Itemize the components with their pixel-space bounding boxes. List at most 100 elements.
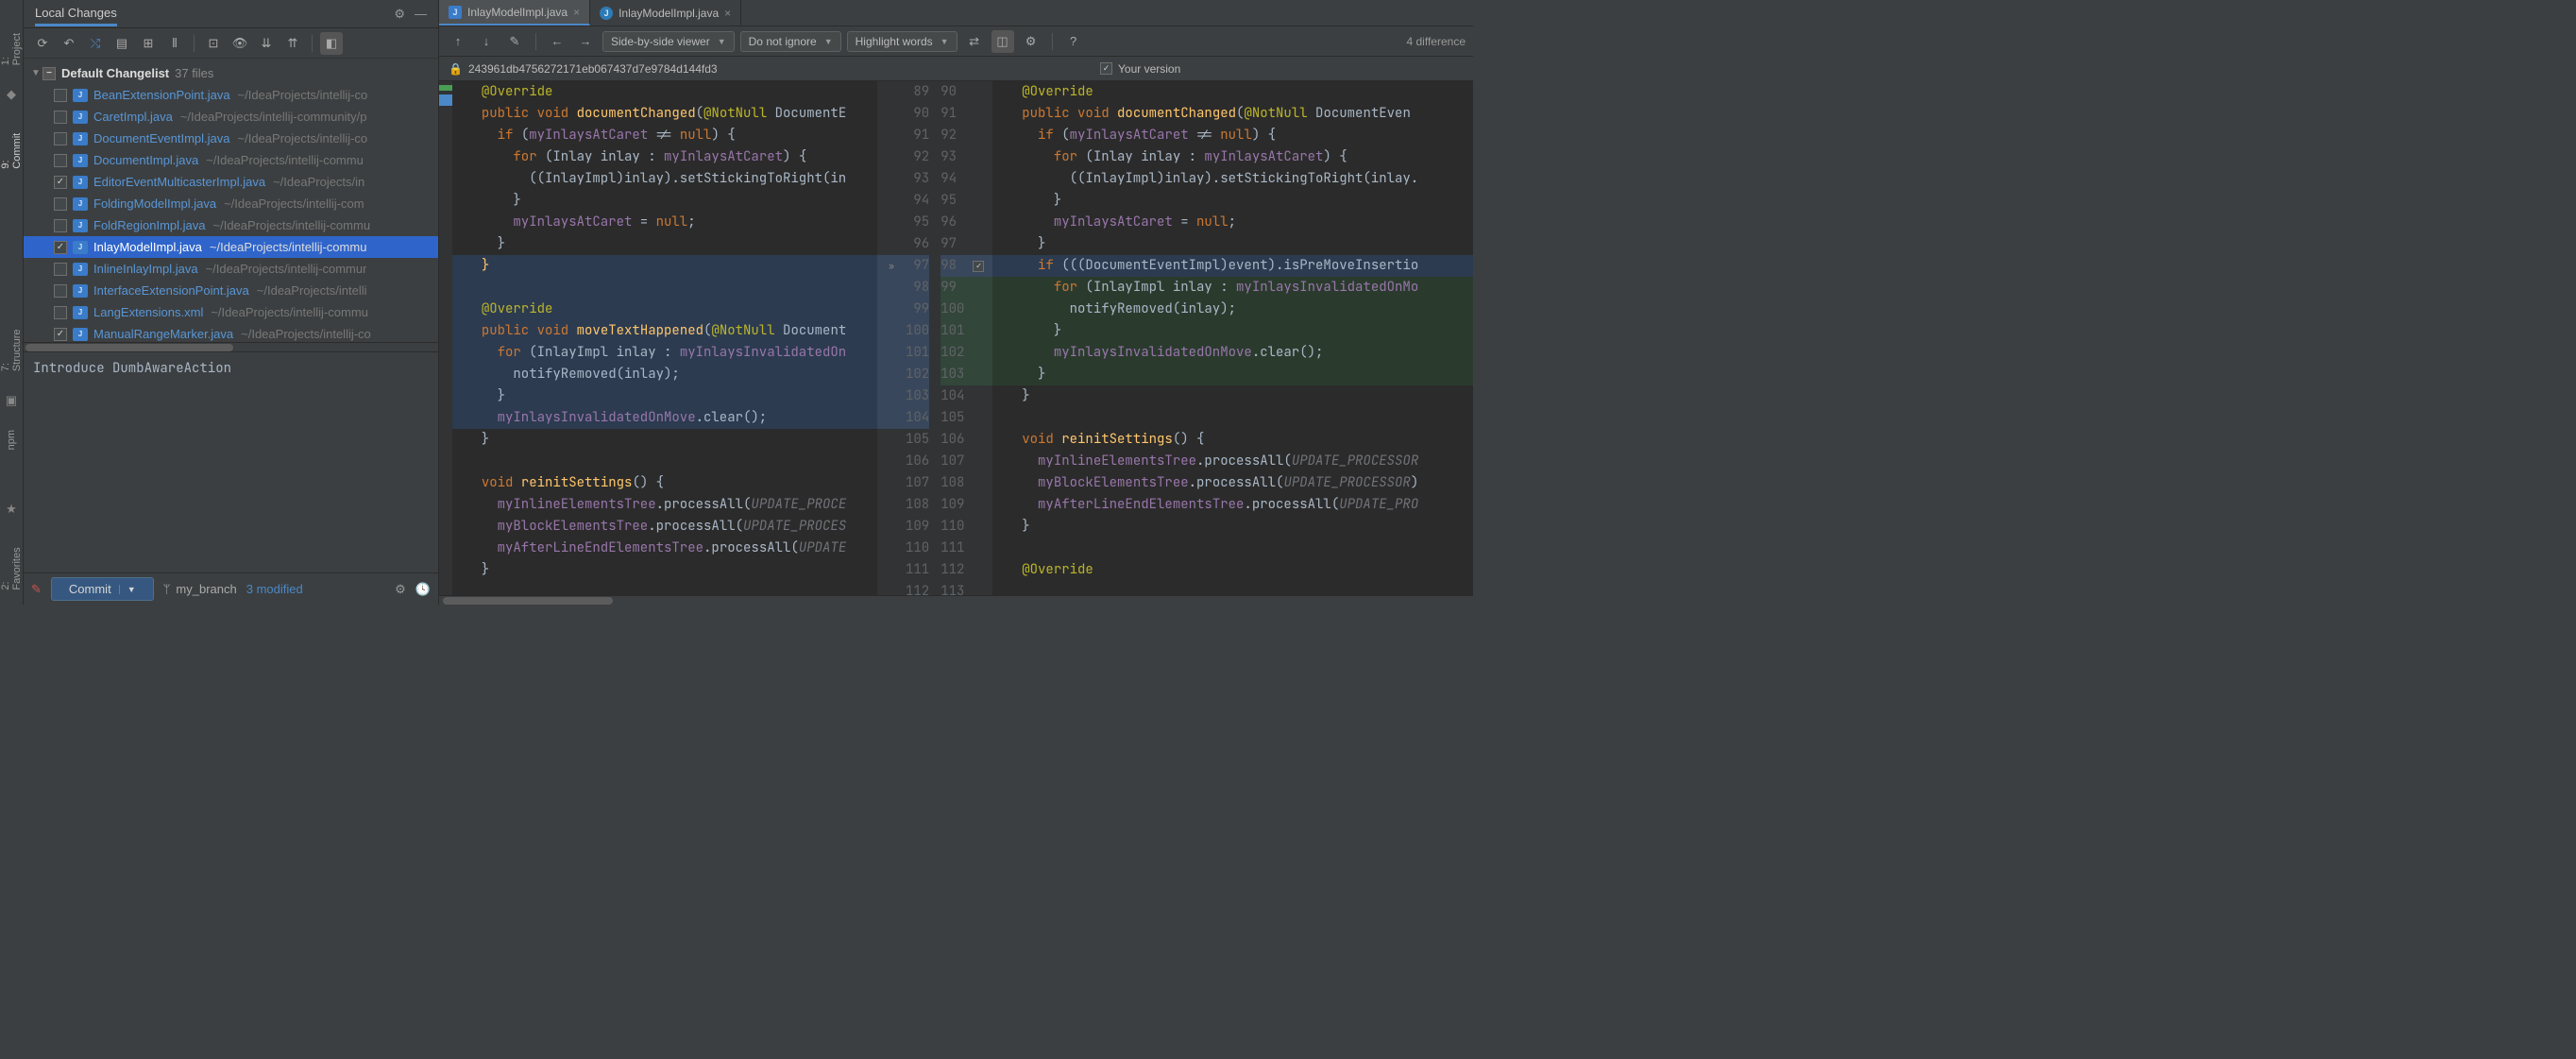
commit-dropdown-icon[interactable]: ▼ xyxy=(119,585,136,594)
file-name: InterfaceExtensionPoint.java xyxy=(93,283,249,298)
marker-strip[interactable] xyxy=(439,81,452,595)
commit-icon: ◆ xyxy=(7,87,16,102)
java-file-icon: J xyxy=(449,6,462,19)
branch-label[interactable]: ᛘ my_branch xyxy=(163,582,237,596)
java-file-icon: J xyxy=(73,219,88,232)
nav-back-icon[interactable]: ← xyxy=(546,30,568,53)
collapse-all-icon[interactable]: ⇈ xyxy=(281,32,304,55)
diff-icon[interactable]: ⤭ xyxy=(84,32,107,55)
file-row[interactable]: JFoldingModelImpl.java~/IdeaProjects/int… xyxy=(24,193,438,214)
tab-inlaymodel-1[interactable]: J InlayModelImpl.java × xyxy=(439,0,590,26)
tool-favorites[interactable]: 2: Favorites xyxy=(0,538,23,590)
file-path: ~/IdeaProjects/intellij-com xyxy=(224,196,364,211)
tool-project[interactable]: 1: Project xyxy=(0,24,23,65)
edit-icon[interactable]: ✎ xyxy=(503,30,526,53)
file-checkbox[interactable] xyxy=(54,197,67,211)
file-checkbox[interactable] xyxy=(54,263,67,276)
file-checkbox[interactable] xyxy=(54,132,67,145)
file-checkbox[interactable] xyxy=(54,111,67,124)
file-checkbox[interactable] xyxy=(54,306,67,319)
changelist-checkbox[interactable]: − xyxy=(42,67,56,80)
commit-message-input[interactable]: Introduce DumbAwareAction xyxy=(24,351,438,572)
file-name: CaretImpl.java xyxy=(93,110,173,124)
close-icon[interactable]: × xyxy=(724,7,731,20)
file-path: ~/IdeaProjects/intellij-community/p xyxy=(180,110,367,124)
tree-horizontal-scrollbar[interactable] xyxy=(24,342,438,351)
changes-tree[interactable]: ▼ − Default Changelist 37 files JBeanExt… xyxy=(24,59,438,342)
diff-body: @Override public void documentChanged(@N… xyxy=(439,81,1473,595)
sync-scroll-icon[interactable]: ⇄ xyxy=(963,30,986,53)
tab-inlaymodel-2[interactable]: J InlayModelImpl.java × xyxy=(590,0,741,26)
file-row[interactable]: JInlineInlayImpl.java~/IdeaProjects/inte… xyxy=(24,258,438,280)
include-checkbox[interactable] xyxy=(1100,62,1112,75)
panel-title[interactable]: Local Changes xyxy=(35,6,117,26)
file-checkbox[interactable] xyxy=(54,89,67,102)
file-row[interactable]: JBeanExtensionPoint.java~/IdeaProjects/i… xyxy=(24,84,438,106)
npm-icon: ▣ xyxy=(6,393,17,408)
changelist-icon[interactable]: ▤ xyxy=(110,32,133,55)
file-checkbox[interactable] xyxy=(54,176,67,189)
java-file-icon: J xyxy=(73,154,88,167)
diff-settings-icon[interactable]: ⚙ xyxy=(1020,30,1042,53)
file-name: DocumentImpl.java xyxy=(93,153,198,167)
layout-toggle-icon[interactable]: ◫ xyxy=(991,30,1014,53)
left-pane[interactable]: @Override public void documentChanged(@N… xyxy=(452,81,877,595)
shelve-icon[interactable]: ⊞ xyxy=(137,32,160,55)
file-row[interactable]: JEditorEventMulticasterImpl.java~/IdeaPr… xyxy=(24,171,438,193)
expand-all-icon[interactable]: ⇊ xyxy=(255,32,278,55)
commit-toolbar: ⟳ ↶ ⤭ ▤ ⊞ ⫴ ⊡ 👁 ⇊ ⇈ ◧ xyxy=(24,28,438,59)
refresh-icon[interactable]: ⟳ xyxy=(31,32,54,55)
file-path: ~/IdeaProjects/intellij-commu xyxy=(206,153,364,167)
java-file-icon: J xyxy=(73,241,88,254)
layout-icon[interactable]: ◧ xyxy=(320,32,343,55)
changelist-node[interactable]: ▼ − Default Changelist 37 files xyxy=(24,62,438,84)
file-path: ~/IdeaProjects/intellij-co xyxy=(241,327,371,341)
expand-icon[interactable]: ⊡ xyxy=(202,32,225,55)
commit-button[interactable]: Commit ▼ xyxy=(51,577,154,601)
file-name: InlayModelImpl.java xyxy=(93,240,202,254)
java-file-icon: J xyxy=(73,263,88,276)
preview-icon[interactable]: 👁 xyxy=(229,32,251,55)
settings-icon[interactable]: ⚙ xyxy=(395,582,406,597)
file-checkbox[interactable] xyxy=(54,284,67,298)
right-revision-label: Your version xyxy=(1118,62,1180,76)
file-row[interactable]: JCaretImpl.java~/IdeaProjects/intellij-c… xyxy=(24,106,438,128)
file-path: ~/IdeaProjects/intellij-commur xyxy=(206,262,367,276)
rollback-icon[interactable]: ↶ xyxy=(58,32,80,55)
diff-horizontal-scrollbar[interactable] xyxy=(439,595,1473,605)
file-row[interactable]: JInterfaceExtensionPoint.java~/IdeaProje… xyxy=(24,280,438,301)
prev-diff-icon[interactable]: ↑ xyxy=(447,30,469,53)
tool-commit[interactable]: 9: Commit xyxy=(0,124,23,169)
file-row[interactable]: JFoldRegionImpl.java~/IdeaProjects/intel… xyxy=(24,214,438,236)
file-row[interactable]: JManualRangeMarker.java~/IdeaProjects/in… xyxy=(24,323,438,342)
file-row[interactable]: JLangExtensions.xml~/IdeaProjects/intell… xyxy=(24,301,438,323)
nav-forward-icon[interactable]: → xyxy=(574,30,597,53)
amend-icon[interactable]: ✎ xyxy=(31,582,42,597)
file-path: ~/IdeaProjects/intellij-co xyxy=(238,88,368,102)
java-file-icon: J xyxy=(73,176,88,189)
viewer-mode-select[interactable]: Side-by-side viewer▼ xyxy=(602,31,735,52)
tool-npm[interactable]: npm xyxy=(6,430,17,450)
help-icon[interactable]: ? xyxy=(1062,30,1085,53)
java-file-icon: J xyxy=(73,197,88,211)
modified-count[interactable]: 3 modified xyxy=(246,582,303,596)
file-checkbox[interactable] xyxy=(54,154,67,167)
right-pane[interactable]: @Override public void documentChanged(@N… xyxy=(992,81,1473,595)
highlight-select[interactable]: Highlight words▼ xyxy=(847,31,958,52)
file-checkbox[interactable] xyxy=(54,328,67,341)
tool-structure[interactable]: 7: Structure xyxy=(0,320,23,371)
history-icon[interactable]: 🕓 xyxy=(415,582,431,597)
minimize-icon[interactable]: — xyxy=(415,7,427,21)
group-icon[interactable]: ⫴ xyxy=(163,32,186,55)
file-checkbox[interactable] xyxy=(54,219,67,232)
file-row[interactable]: JDocumentEventImpl.java~/IdeaProjects/in… xyxy=(24,128,438,149)
ignore-whitespace-select[interactable]: Do not ignore▼ xyxy=(740,31,841,52)
next-diff-icon[interactable]: ↓ xyxy=(475,30,498,53)
file-checkbox[interactable] xyxy=(54,241,67,254)
branch-icon: ᛘ xyxy=(163,582,171,596)
file-row[interactable]: J DocumentImpl.java ~/IdeaProjects/intelli… xyxy=(24,149,438,171)
gear-icon[interactable]: ⚙ xyxy=(394,7,405,22)
file-row[interactable]: JInlayModelImpl.java~/IdeaProjects/intel… xyxy=(24,236,438,258)
file-path: ~/IdeaProjects/intelli xyxy=(257,283,367,298)
close-icon[interactable]: × xyxy=(573,6,580,19)
